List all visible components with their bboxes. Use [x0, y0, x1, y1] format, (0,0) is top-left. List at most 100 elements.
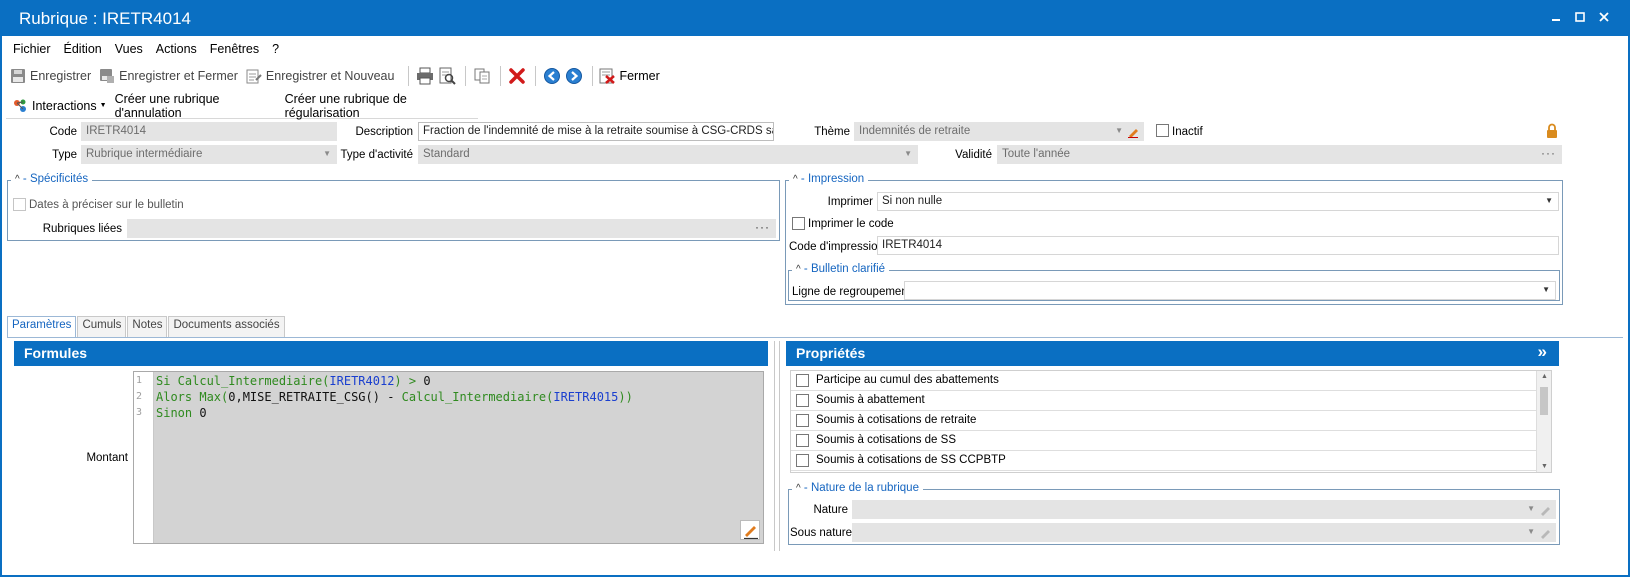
- bulletin-title[interactable]: ^ - Bulletin clarifié: [792, 263, 890, 275]
- tab-bar: Paramètres Cumuls Notes Documents associ…: [7, 316, 286, 337]
- menu-help[interactable]: ?: [272, 42, 279, 56]
- minimize-button[interactable]: [1550, 10, 1562, 24]
- code-field[interactable]: IRETR4014: [81, 122, 337, 141]
- specificites-title[interactable]: ^ - Spécificités: [11, 173, 93, 185]
- scroll-up-icon[interactable]: ▲: [1541, 373, 1548, 380]
- code-value: IRETR4014: [86, 125, 147, 137]
- chevron-down-icon: ▼: [904, 149, 912, 158]
- delete-button[interactable]: [507, 66, 527, 86]
- nature-select[interactable]: ▼: [852, 500, 1556, 519]
- printer-icon: [417, 67, 434, 85]
- print-value: Si non nulle: [882, 195, 943, 207]
- list-item[interactable]: Participe au cumul des abattements: [791, 371, 1537, 391]
- line-number: 2: [136, 391, 143, 402]
- tab-parametres[interactable]: Paramètres: [7, 316, 77, 337]
- menu-actions[interactable]: Actions: [156, 42, 197, 56]
- title-bar: Rubrique : IRETR4014: [2, 2, 1628, 36]
- dates-checkbox[interactable]: [13, 198, 26, 211]
- chevron-up-icon: ^: [793, 174, 798, 185]
- save-new-button[interactable]: Enregistrer et Nouveau: [246, 68, 394, 84]
- maximize-button[interactable]: [1574, 10, 1586, 24]
- property-checkbox[interactable]: [796, 454, 809, 467]
- copy-icon: [474, 68, 490, 84]
- list-item[interactable]: Soumis à abattement: [791, 391, 1537, 411]
- type-select[interactable]: Rubrique intermédiaire ▼: [81, 145, 337, 164]
- property-checkbox[interactable]: [796, 394, 809, 407]
- close-label: Fermer: [619, 69, 660, 83]
- type-label: Type: [52, 149, 77, 161]
- menu-fichier[interactable]: Fichier: [13, 42, 51, 56]
- chevron-down-icon: ▼: [1527, 504, 1535, 513]
- edit-pencil-icon[interactable]: [740, 520, 760, 540]
- activity-type-select[interactable]: Standard ▼: [418, 145, 918, 164]
- property-checkbox[interactable]: [796, 374, 809, 387]
- ellipsis-icon[interactable]: ···: [755, 220, 770, 234]
- tab-notes[interactable]: Notes: [127, 316, 168, 337]
- create-regul-button[interactable]: Créer une rubrique de régularisation: [285, 92, 470, 120]
- close-button[interactable]: Fermer: [599, 68, 660, 84]
- subnature-select[interactable]: ▼: [852, 523, 1556, 542]
- print-preview-button[interactable]: [437, 66, 457, 86]
- interactions-button[interactable]: Interactions ▼: [12, 98, 107, 114]
- formula-token: Calcul_Intermediaire(: [401, 390, 554, 404]
- inactive-checkbox[interactable]: [1156, 124, 1169, 137]
- list-item[interactable]: Soumis à cotisations de SS CCPBTP: [791, 451, 1537, 471]
- amount-label: Montant: [86, 452, 128, 464]
- menu-fenetres[interactable]: Fenêtres: [210, 42, 259, 56]
- interactions-icon: [14, 99, 26, 112]
- formula-token: Alors Max(: [156, 390, 229, 404]
- scrollbar-thumb[interactable]: [1540, 387, 1548, 415]
- scrollbar[interactable]: ▲ ▼: [1536, 371, 1551, 472]
- formula-token: 0: [423, 374, 431, 388]
- delete-icon: [509, 68, 526, 84]
- description-field[interactable]: Fraction de l'indemnité de mise à la ret…: [418, 122, 774, 141]
- nature-title-text: Nature de la rubrique: [810, 482, 919, 494]
- save-button[interactable]: Enregistrer: [10, 68, 91, 84]
- close-window-button[interactable]: [1598, 10, 1610, 24]
- chevron-down-icon: ▼: [1527, 527, 1535, 536]
- property-checkbox[interactable]: [796, 434, 809, 447]
- application-window: Rubrique : IRETR4014 Fichier Édition Vue…: [0, 0, 1630, 577]
- validity-field[interactable]: Toute l'année ···: [997, 145, 1562, 164]
- edit-pencil-icon[interactable]: [1539, 527, 1551, 539]
- grouping-select[interactable]: ▼: [904, 281, 1556, 300]
- chevron-up-icon: ^: [796, 264, 801, 275]
- edit-pencil-icon[interactable]: [1539, 504, 1551, 516]
- print-label: Imprimer: [827, 196, 873, 208]
- theme-select[interactable]: Indemnités de retraite ▼: [854, 122, 1144, 141]
- menu-vues[interactable]: Vues: [115, 42, 143, 56]
- list-item[interactable]: Soumis à cotisations de retraite: [791, 411, 1537, 431]
- save-close-button[interactable]: Enregistrer et Fermer: [99, 68, 238, 84]
- ellipsis-icon[interactable]: ···: [1541, 146, 1556, 160]
- formula-token: 0: [199, 406, 207, 420]
- edit-pencil-icon[interactable]: [1127, 126, 1139, 138]
- save-label: Enregistrer: [30, 69, 92, 83]
- property-label: Soumis à cotisations de SS CCPBTP: [816, 454, 1006, 466]
- formula-editor[interactable]: 1 2 3 Si Calcul_Intermediaire(IRETR4012)…: [133, 371, 764, 544]
- property-checkbox[interactable]: [796, 414, 809, 427]
- next-button[interactable]: [564, 66, 584, 86]
- menu-edition[interactable]: Édition: [64, 42, 102, 56]
- menu-bar: Fichier Édition Vues Actions Fenêtres ?: [2, 38, 1628, 60]
- print-button[interactable]: [415, 66, 435, 86]
- panel-divider[interactable]: [774, 341, 780, 551]
- copy-button[interactable]: [472, 66, 492, 86]
- print-select[interactable]: Si non nulle ▼: [877, 192, 1559, 211]
- create-cancel-button[interactable]: Créer une rubrique d'annulation: [115, 92, 277, 120]
- linked-items-field[interactable]: ···: [127, 219, 776, 238]
- print-code-field[interactable]: IRETR4014: [877, 236, 1559, 255]
- lock-icon[interactable]: [1545, 123, 1559, 139]
- previous-button[interactable]: [542, 66, 562, 86]
- list-item[interactable]: Soumis à cotisations de SS: [791, 431, 1537, 451]
- tab-documents[interactable]: Documents associés: [168, 316, 285, 337]
- impression-title[interactable]: ^ - Impression: [789, 173, 869, 185]
- chevron-down-icon: ▼: [1115, 126, 1123, 135]
- scroll-down-icon[interactable]: ▼: [1541, 463, 1548, 470]
- expand-icon[interactable]: »: [1538, 342, 1547, 362]
- impression-title-text: Impression: [807, 173, 865, 185]
- formula-token: 0,MISE_RETRAITE_CSG() -: [228, 390, 402, 404]
- print-code-checkbox[interactable]: [792, 217, 805, 230]
- tab-cumuls[interactable]: Cumuls: [77, 316, 127, 337]
- maximize-icon: [1575, 12, 1585, 22]
- nature-title[interactable]: ^ - Nature de la rubrique: [792, 482, 923, 494]
